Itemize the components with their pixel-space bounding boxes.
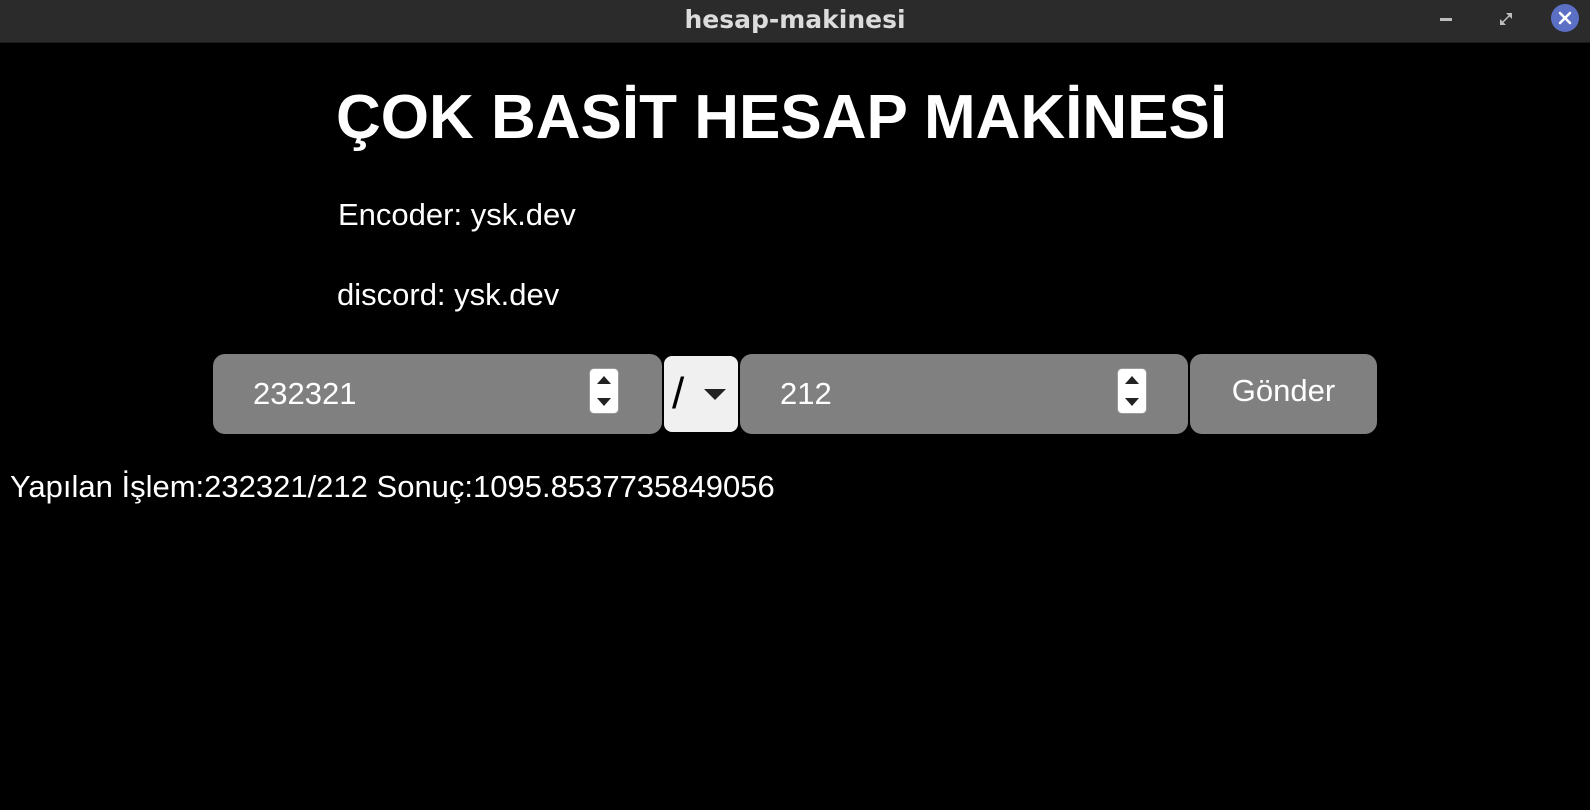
caret-down-icon (1125, 398, 1139, 406)
minimize-button[interactable] (1431, 4, 1461, 34)
number1-input[interactable] (253, 354, 553, 440)
number1-field[interactable] (213, 354, 662, 440)
page-title: ÇOK BASİT HESAP MAKİNESİ (336, 83, 1228, 152)
number2-field[interactable] (740, 354, 1188, 440)
window-titlebar[interactable]: hesap-makinesi (0, 0, 1590, 43)
window-title: hesap-makinesi (684, 5, 906, 34)
maximize-icon (1500, 13, 1512, 25)
operator-selected-value: / (672, 369, 685, 418)
caret-up-icon (1125, 376, 1139, 384)
number1-increment-button[interactable] (590, 369, 618, 391)
result-text: Yapılan İşlem:232321/212 Sonuç:1095.8537… (10, 469, 775, 504)
close-icon (1558, 11, 1572, 25)
number2-decrement-button[interactable] (1118, 391, 1146, 413)
caret-down-icon (597, 398, 611, 406)
number2-increment-button[interactable] (1118, 369, 1146, 391)
discord-credit: discord: ysk.dev (337, 277, 560, 312)
number1-decrement-button[interactable] (590, 391, 618, 413)
submit-button[interactable]: Gönder (1190, 354, 1377, 434)
number2-input[interactable] (780, 354, 1080, 440)
number2-spinner[interactable] (1117, 368, 1147, 414)
close-button[interactable] (1551, 4, 1579, 32)
chevron-down-icon (704, 389, 726, 400)
caret-up-icon (597, 376, 611, 384)
operator-select[interactable]: / (664, 356, 738, 432)
number1-spinner[interactable] (589, 368, 619, 414)
encoder-credit: Encoder: ysk.dev (338, 197, 576, 232)
minimize-icon (1440, 18, 1452, 21)
maximize-button[interactable] (1491, 4, 1521, 34)
